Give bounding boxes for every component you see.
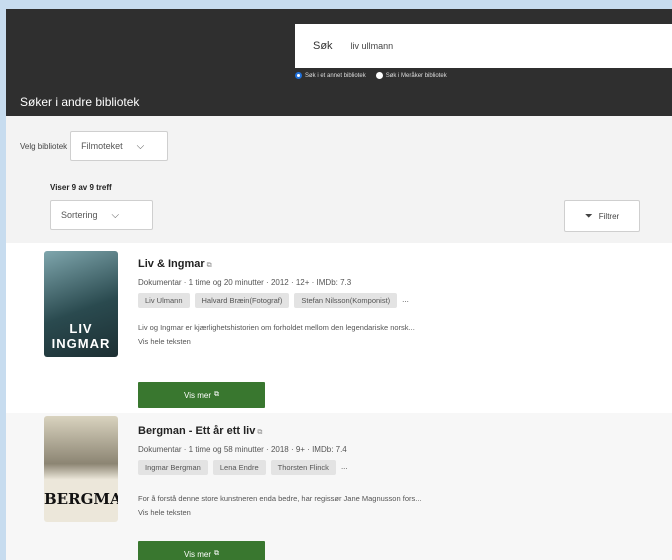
result-description: For å forstå denne store kunstneren enda… [138,494,422,503]
filter-button-label: Filtrer [598,211,620,221]
show-full-text-link[interactable]: Vis hele teksten [138,508,191,517]
search-box[interactable]: Søk liv ullmann [295,24,672,68]
result-title-text: Bergman - Ett år ett liv [138,425,256,437]
app-frame: Søk liv ullmann Søk i et annet bibliotek… [6,9,672,560]
show-full-text-link[interactable]: Vis hele teksten [138,337,191,346]
chevron-down-icon: ⌵ [136,140,145,152]
external-link-icon: ⧉ [213,391,219,398]
funnel-icon: ⏷ [584,210,593,222]
external-link-icon: ⧉ [257,429,263,436]
radio-meraker-library-label[interactable]: Søk i Meråker bibliotek [386,73,447,79]
section-title: Søker i andre bibliotek [20,95,140,109]
show-more-button[interactable]: Vis mer ⧉ [138,541,265,560]
result-meta: Dokumentar · 1 time og 58 minutter · 201… [138,445,347,454]
library-row: Velg bibliotek Filmoteket ⌵ [20,131,169,161]
result-item: LIV INGMAR Liv & Ingmar ⧉ Dokumentar · 1 … [6,243,672,413]
library-select-value: Filmoteket [81,141,123,151]
person-chip[interactable]: Thorsten Flinck [270,460,336,475]
result-title-text: Liv & Ingmar [138,258,205,270]
result-title[interactable]: Liv & Ingmar ⧉ [138,258,212,270]
result-description: Liv og Ingmar er kjærlighetshistorien om… [138,323,415,332]
person-chip[interactable]: Halvard Bræin(Fotograf) [194,293,290,308]
poster-image[interactable]: BERGMAN [44,416,118,522]
poster-image[interactable]: LIV INGMAR [44,251,118,357]
sort-select[interactable]: Sortering ⌵ [50,200,153,230]
show-more-button[interactable]: Vis mer ⧉ [138,382,265,408]
filter-button[interactable]: ⏷ Filtrer [564,200,640,232]
chevron-down-icon: ⌵ [111,209,120,221]
library-label: Velg bibliotek [20,141,68,151]
library-select[interactable]: Filmoteket ⌵ [70,131,169,161]
show-more-label: Vis mer [184,549,211,559]
poster-title-text: BERGMAN [44,490,118,508]
result-count: Viser 9 av 9 treff [50,183,112,192]
radio-other-library-label[interactable]: Søk i et annet bibliotek [305,73,366,79]
person-chip[interactable]: Ingmar Bergman [138,460,208,475]
search-input[interactable]: liv ullmann [351,41,394,51]
person-chip[interactable]: Lena Endre [212,460,266,475]
top-bar: Søk liv ullmann Søk i et annet bibliotek… [6,9,672,116]
sort-select-value: Sortering [61,210,98,220]
more-chips: ... [402,295,409,304]
result-title[interactable]: Bergman - Ett år ett liv ⧉ [138,425,262,437]
result-item: BERGMAN Bergman - Ett år ett liv⧉ Dokume… [6,413,672,560]
poster-title-text: LIV INGMAR [51,321,111,351]
result-chips: Liv Ulmann Halvard Bræin(Fotograf) Stefa… [138,293,409,308]
result-meta: Dokumentar · 1 time og 20 minutter · 201… [138,278,352,287]
person-chip[interactable]: Stefan Nilsson(Komponist) [294,293,398,308]
filter-bar: Velg bibliotek Filmoteket ⌵ Viser 9 av 9… [6,116,672,243]
show-more-label: Vis mer [184,390,211,400]
radio-other-library[interactable] [295,72,302,79]
person-chip[interactable]: Liv Ulmann [138,293,190,308]
more-chips: ... [340,462,348,471]
search-scope-radios: Søk i et annet bibliotek Søk i Meråker b… [295,72,457,79]
external-link-icon: ⧉ [206,262,212,269]
result-chips: Ingmar Bergman Lena Endre Thorsten Flinc… [138,460,348,475]
external-link-icon: ⧉ [213,550,219,557]
search-label: Søk [313,40,333,52]
radio-meraker-library[interactable] [375,72,383,79]
